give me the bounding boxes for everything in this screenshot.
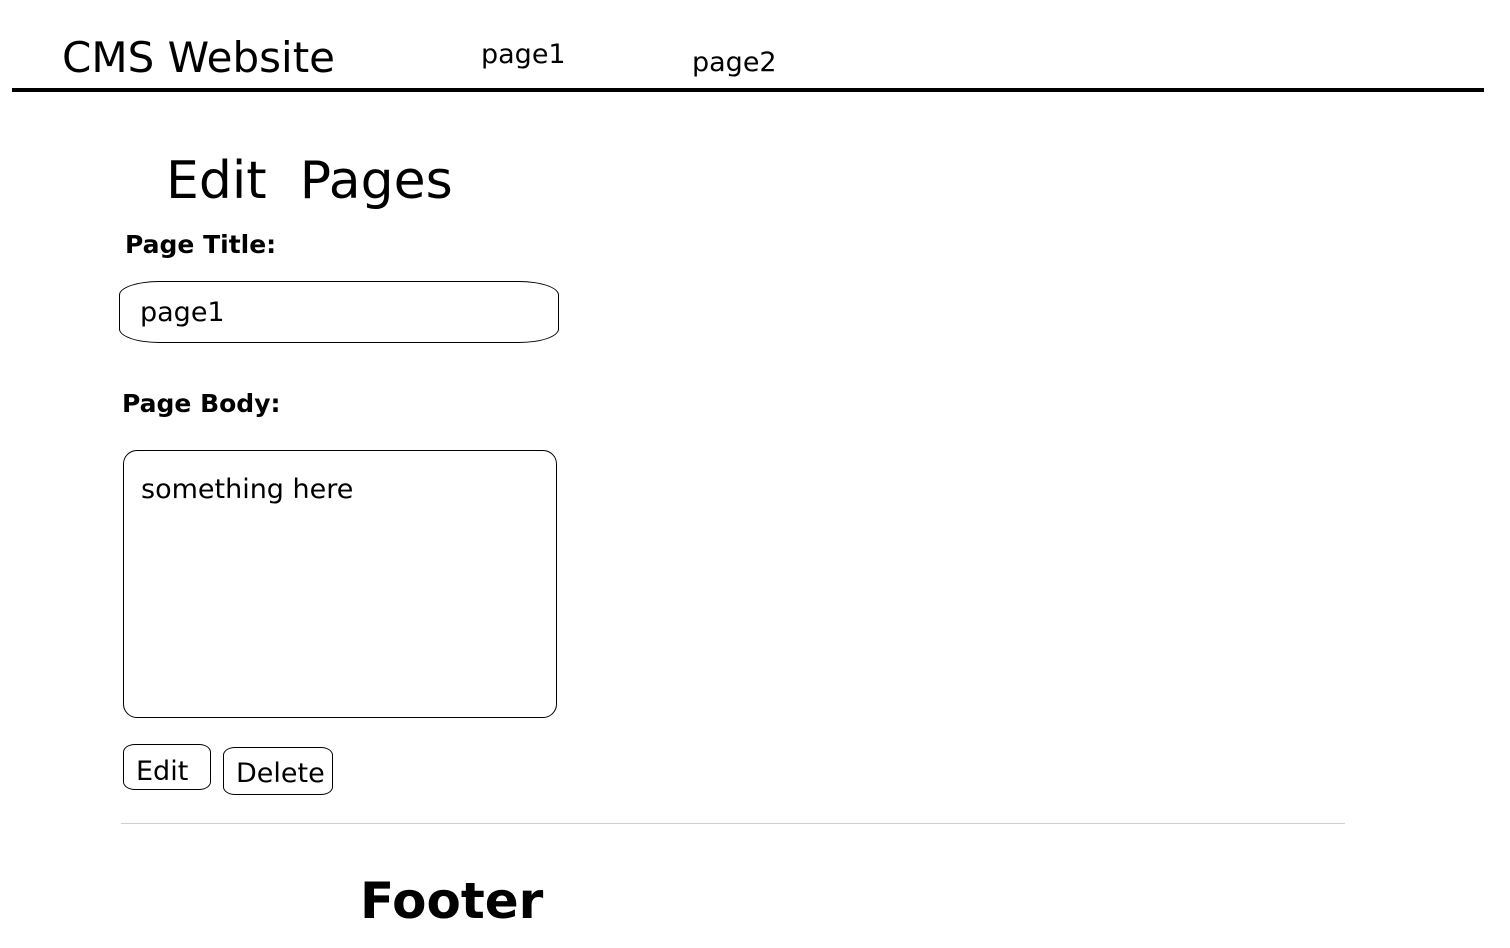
- header-divider: [12, 88, 1484, 92]
- nav-link-page2[interactable]: page2: [692, 46, 777, 80]
- page-title-label: Page Title:: [125, 230, 277, 259]
- delete-button[interactable]: Delete: [223, 747, 333, 795]
- site-title: CMS Website: [62, 33, 335, 82]
- page-body-textarea[interactable]: something here: [123, 450, 557, 718]
- page-heading: Edit Pages: [166, 151, 453, 211]
- page-body-label: Page Body:: [122, 389, 281, 418]
- footer-text: Footer: [360, 872, 544, 930]
- page: CMS Website page1 page2 Edit Pages Page …: [0, 0, 1510, 948]
- content-divider: [121, 823, 1345, 824]
- nav-link-page1[interactable]: page1: [481, 38, 566, 72]
- edit-button[interactable]: Edit: [123, 744, 211, 790]
- page-title-input[interactable]: [119, 281, 559, 343]
